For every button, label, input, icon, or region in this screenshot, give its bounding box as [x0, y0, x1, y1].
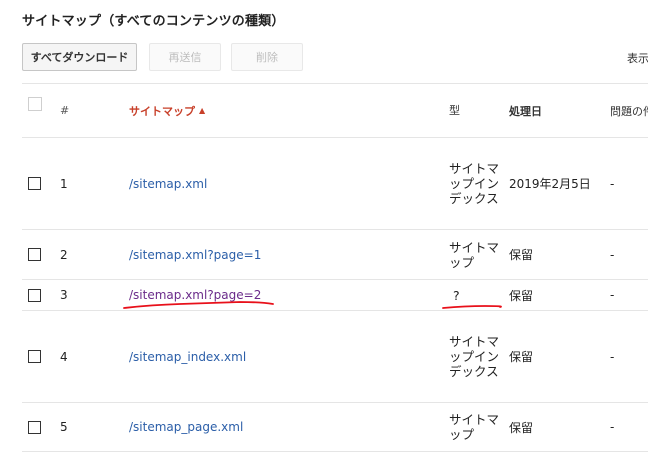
sitemaps-table: # サイトマップ ▲ 型 処理日 問題の件 1 /sitemap.xml サイト…	[22, 83, 648, 452]
issues-count: -	[610, 288, 615, 302]
sitemaps-panel: サイトマップ（すべてのコンテンツの種類） すべてダウンロード 再送信 削除 表示…	[0, 0, 648, 475]
table-row: 5 /sitemap_page.xml サイトマップ 保留 -	[22, 402, 648, 452]
sitemap-type: サイトマップインデックス	[449, 161, 500, 206]
table-row: 4 /sitemap_index.xml サイトマップインデックス 保留 -	[22, 310, 648, 402]
table-row: 1 /sitemap.xml サイトマップインデックス 2019年2月5日 -	[22, 137, 648, 229]
row-checkbox-cell	[28, 311, 48, 402]
display-rows-label[interactable]: 表示	[627, 50, 648, 66]
row-number: 2	[60, 247, 68, 262]
sitemap-type: サイトマップ	[449, 412, 500, 442]
column-header-sitemap[interactable]: サイトマップ ▲	[129, 84, 429, 137]
sitemap-link[interactable]: /sitemap.xml?page=1	[129, 230, 429, 279]
column-header-sitemap-label[interactable]: サイトマップ	[129, 103, 195, 119]
row-checkbox-cell	[28, 230, 48, 279]
processed-date: 2019年2月5日	[509, 177, 591, 191]
row-checkbox[interactable]	[28, 288, 41, 302]
row-checkbox[interactable]	[28, 177, 41, 190]
issues-count: -	[610, 420, 615, 434]
issues-count: -	[610, 176, 615, 191]
sitemap-link[interactable]: /sitemap_index.xml	[129, 311, 429, 402]
processed-date: 保留	[509, 288, 534, 303]
issues-count: -	[610, 349, 615, 364]
processed-date: 保留	[509, 248, 534, 262]
sitemap-link[interactable]: /sitemap.xml	[129, 138, 429, 229]
delete-button[interactable]: 削除	[231, 43, 303, 71]
column-header-type: 型	[449, 104, 460, 117]
sitemap-type: サイトマップインデックス	[449, 334, 500, 379]
column-header-issues: 問題の件	[610, 104, 648, 118]
row-checkbox[interactable]	[28, 350, 41, 363]
row-number: 1	[60, 176, 68, 191]
row-checkbox-cell	[28, 138, 48, 229]
row-number: 5	[60, 420, 68, 434]
table-row: 3 /sitemap.xml?page=2 ? 保留 -	[22, 279, 648, 310]
select-all-checkbox-cell[interactable]	[28, 84, 48, 137]
page-title: サイトマップ（すべてのコンテンツの種類）	[22, 14, 285, 29]
column-header-number: #	[60, 104, 70, 117]
select-all-checkbox[interactable]	[28, 96, 42, 111]
table-row: 2 /sitemap.xml?page=1 サイトマップ 保留 -	[22, 229, 648, 279]
sitemap-type: ?	[453, 287, 460, 303]
processed-date: 保留	[509, 350, 534, 364]
resend-button[interactable]: 再送信	[149, 43, 221, 71]
row-checkbox-cell	[28, 280, 48, 310]
table-header-row: # サイトマップ ▲ 型 処理日 問題の件	[22, 83, 648, 137]
sitemap-link[interactable]: /sitemap_page.xml	[129, 403, 429, 451]
sort-ascending-icon[interactable]: ▲	[199, 106, 205, 115]
row-checkbox[interactable]	[28, 248, 41, 261]
processed-date: 保留	[509, 420, 534, 435]
issues-count: -	[610, 247, 615, 262]
sitemap-link[interactable]: /sitemap.xml?page=2	[129, 280, 429, 310]
row-checkbox[interactable]	[28, 420, 41, 434]
row-number: 3	[60, 288, 68, 302]
row-checkbox-cell	[28, 403, 48, 451]
column-header-processed: 処理日	[509, 104, 542, 118]
row-number: 4	[60, 349, 68, 364]
download-all-button[interactable]: すべてダウンロード	[22, 43, 137, 71]
sitemap-type: サイトマップ	[449, 239, 500, 270]
